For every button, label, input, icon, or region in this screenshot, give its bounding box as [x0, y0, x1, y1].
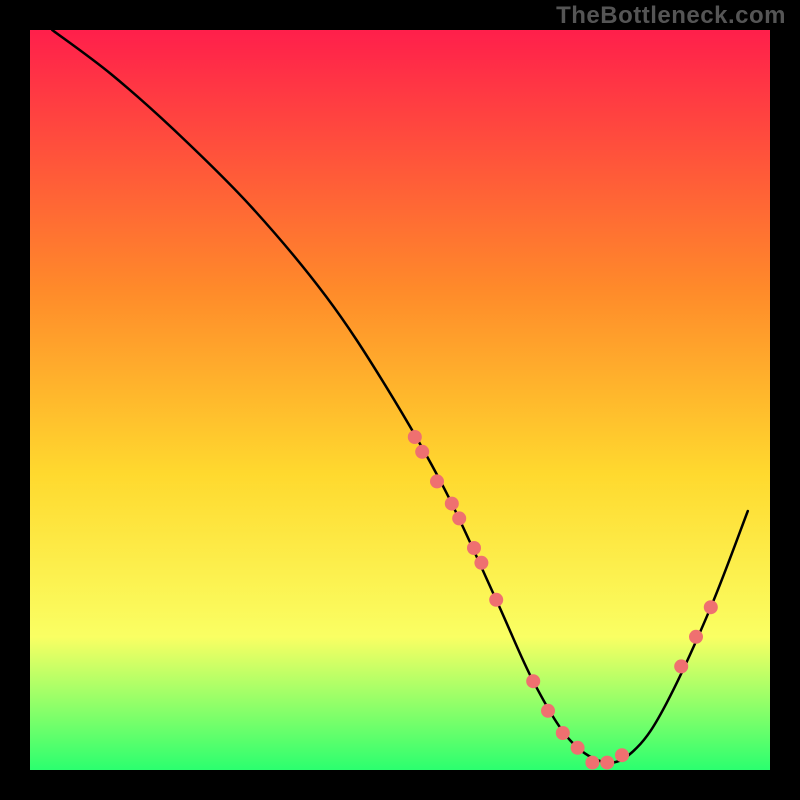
curve-dot: [704, 600, 718, 614]
curve-dot: [674, 659, 688, 673]
curve-dot: [430, 474, 444, 488]
curve-dot: [445, 497, 459, 511]
curve-dot: [526, 674, 540, 688]
curve-dot: [556, 726, 570, 740]
curve-dot: [467, 541, 481, 555]
chart-stage: TheBottleneck.com: [0, 0, 800, 800]
curve-dot: [571, 741, 585, 755]
watermark-text: TheBottleneck.com: [556, 2, 786, 30]
curve-dot: [600, 756, 614, 770]
curve-dot: [585, 756, 599, 770]
curve-dot: [689, 630, 703, 644]
plot-background: [30, 30, 770, 770]
curve-dot: [415, 445, 429, 459]
curve-dot: [541, 704, 555, 718]
chart-svg: [0, 0, 800, 800]
curve-dot: [408, 430, 422, 444]
curve-dot: [615, 748, 629, 762]
curve-dot: [489, 593, 503, 607]
curve-dot: [452, 511, 466, 525]
curve-dot: [474, 556, 488, 570]
